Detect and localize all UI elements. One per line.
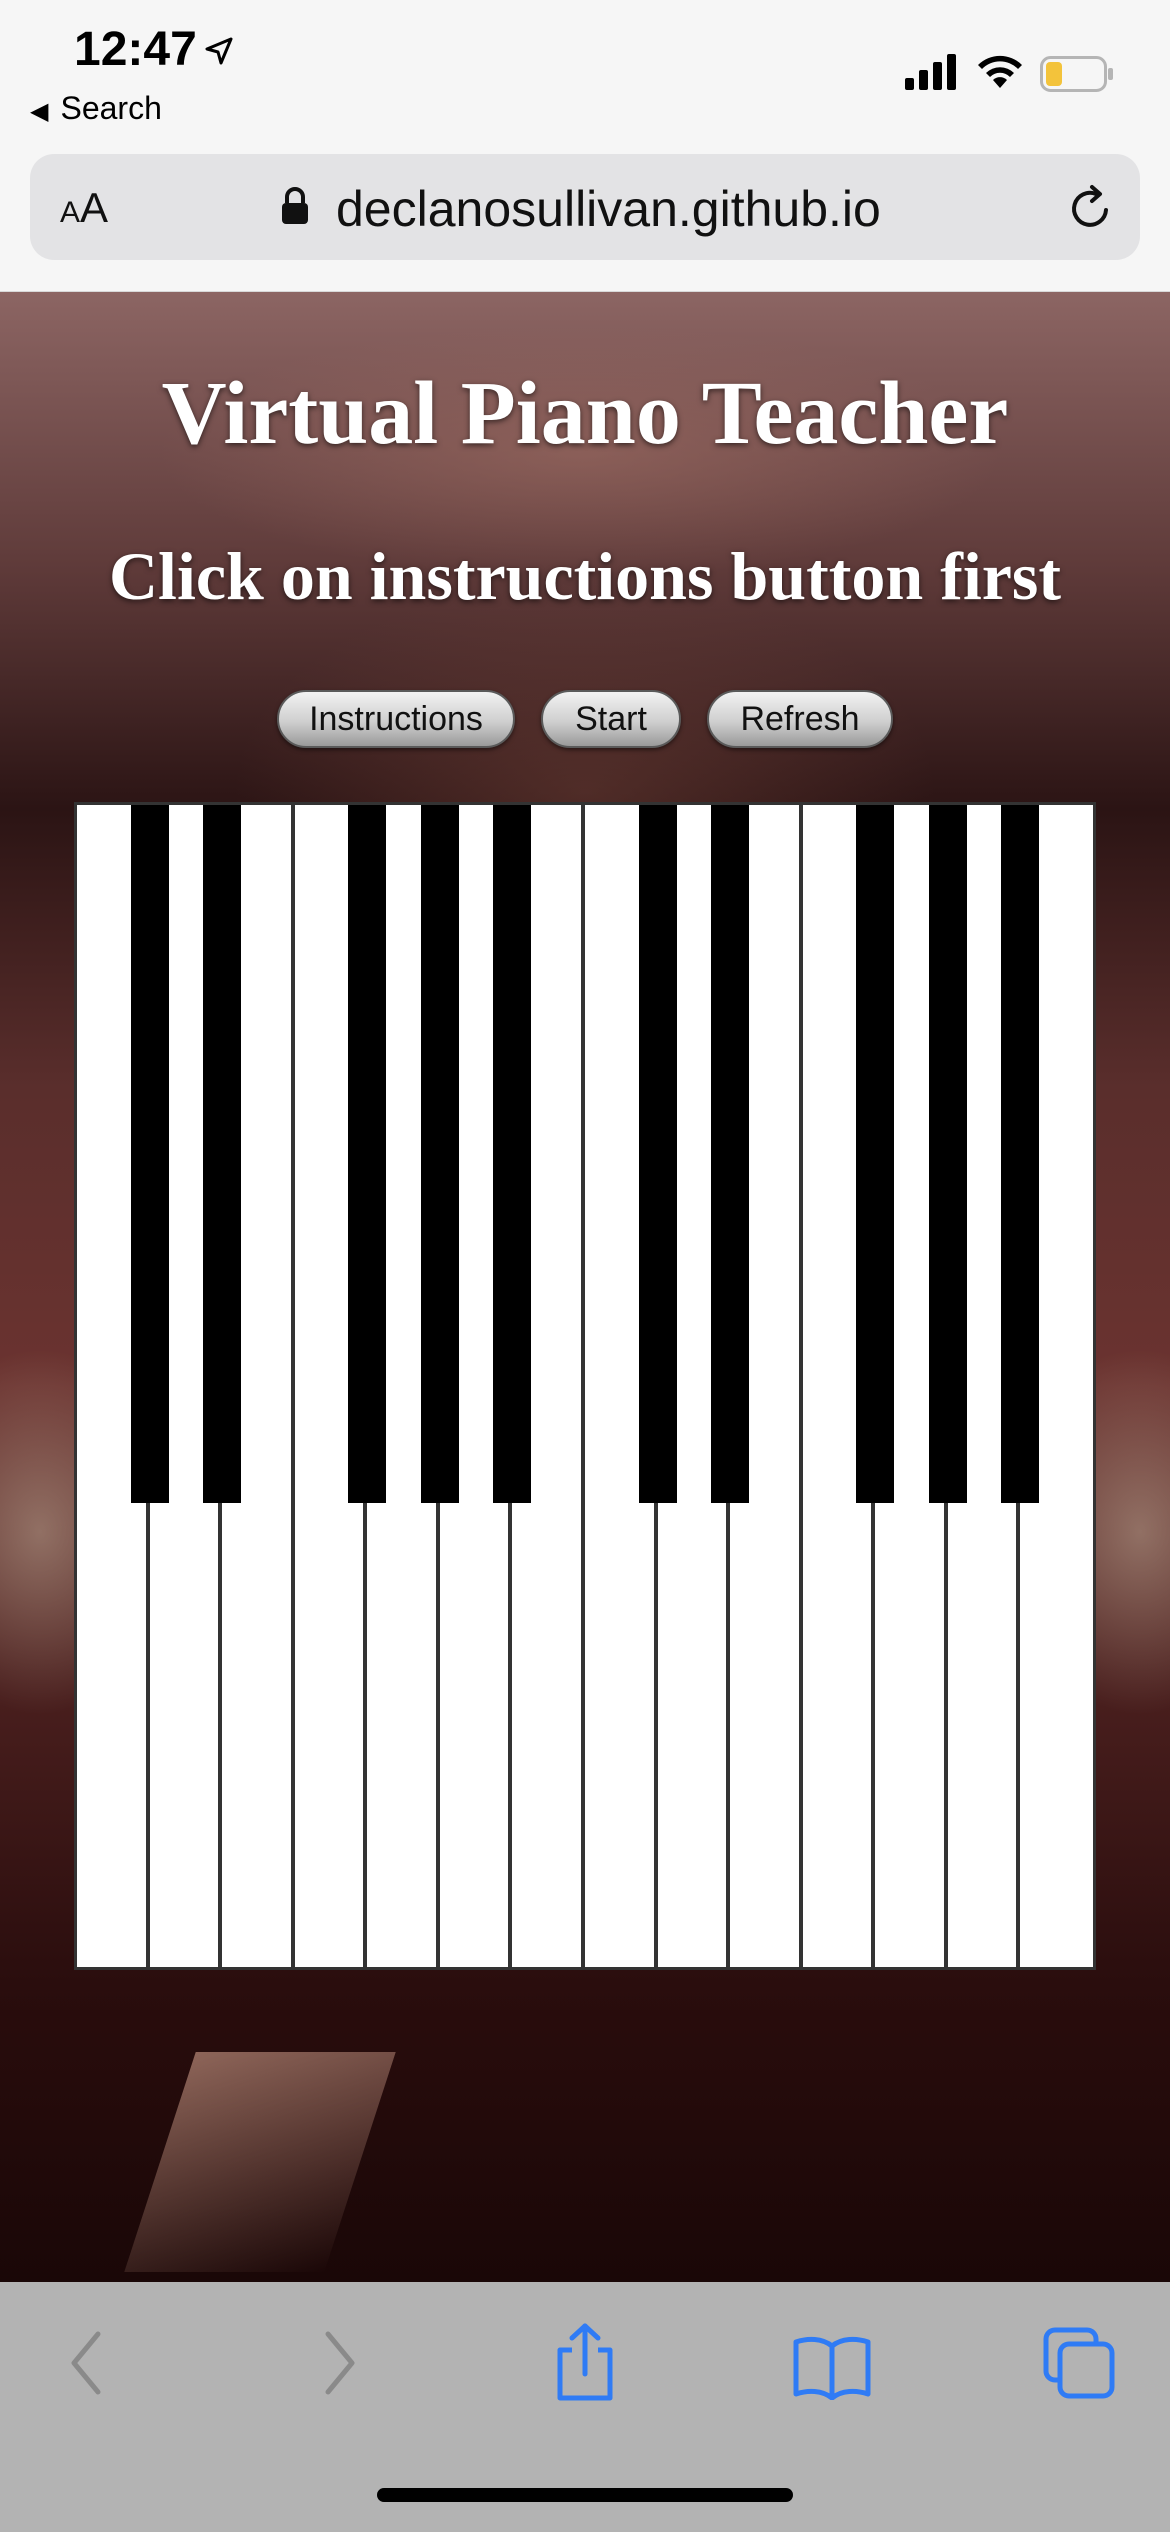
background-light-patch (124, 2052, 396, 2272)
back-triangle-icon: ◀ (30, 98, 49, 125)
bookmarks-icon[interactable] (792, 2334, 872, 2400)
cellular-signal-icon (905, 54, 956, 90)
wifi-icon (978, 55, 1022, 88)
reload-icon[interactable] (1066, 184, 1114, 232)
status-bar: 12:47 ◀ Search (0, 0, 1170, 140)
text-size-large-a: A (80, 184, 109, 231)
web-page: Virtual Piano Teacher Click on instructi… (0, 292, 1170, 2282)
status-time: 12:47 (74, 23, 197, 76)
black-key[interactable] (1001, 805, 1040, 1503)
black-key[interactable] (638, 805, 677, 1503)
tabs-icon[interactable] (1042, 2326, 1116, 2400)
start-button[interactable]: Start (541, 690, 681, 748)
url-text[interactable]: declanosullivan.github.io (336, 180, 881, 238)
text-size-button[interactable]: AA (60, 184, 108, 232)
battery-icon (1040, 56, 1113, 92)
refresh-button[interactable]: Refresh (707, 690, 893, 748)
black-key[interactable] (348, 805, 387, 1503)
browser-chrome: AA declanosullivan.github.io (0, 140, 1170, 292)
page-subtitle: Click on instructions button first (108, 538, 1062, 614)
piano-keyboard (74, 802, 1096, 1970)
location-arrow-icon (205, 37, 233, 65)
instructions-button[interactable]: Instructions (277, 690, 515, 748)
back-to-app-label: Search (60, 90, 162, 126)
control-buttons: Instructions Start Refresh (0, 690, 1170, 748)
back-to-app-link[interactable]: ◀ Search (30, 90, 162, 127)
back-icon[interactable] (66, 2328, 106, 2398)
black-key[interactable] (711, 805, 750, 1503)
lock-icon (282, 187, 308, 224)
black-key[interactable] (420, 805, 459, 1503)
share-icon[interactable] (550, 2322, 620, 2402)
address-bar[interactable]: AA declanosullivan.github.io (30, 154, 1140, 260)
black-key[interactable] (130, 805, 169, 1503)
black-key[interactable] (493, 805, 532, 1503)
black-key[interactable] (928, 805, 967, 1503)
page-title: Virtual Piano Teacher (161, 364, 1009, 463)
text-size-small-a: A (60, 196, 81, 229)
home-indicator (377, 2488, 793, 2502)
black-key[interactable] (856, 805, 895, 1503)
forward-icon[interactable] (320, 2328, 360, 2398)
black-key[interactable] (203, 805, 242, 1503)
